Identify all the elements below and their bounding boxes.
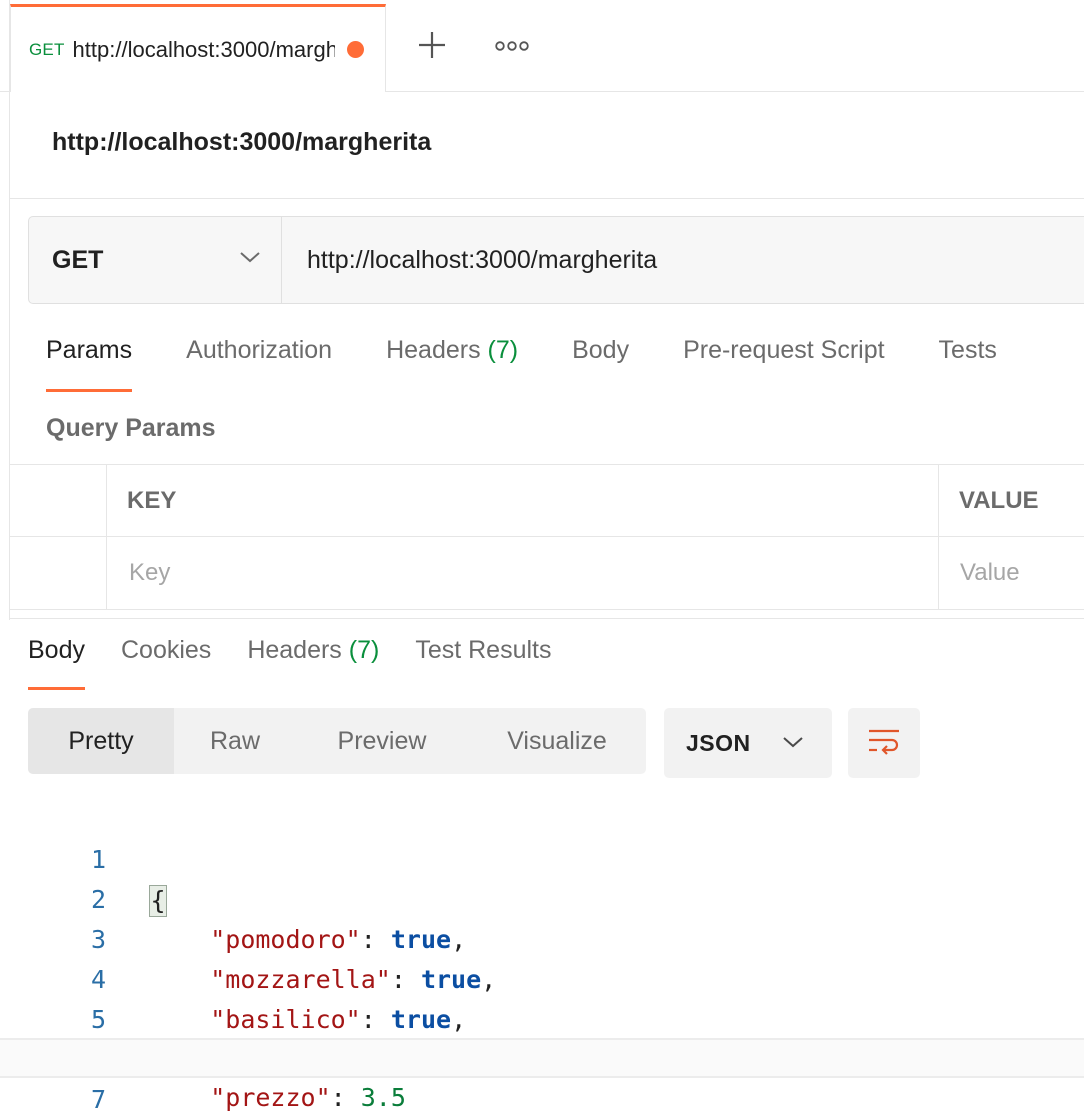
tab-label: Body <box>572 336 630 364</box>
line-number: 7 <box>90 1085 106 1112</box>
unsaved-dot-icon <box>346 41 364 58</box>
response-tabs: Body Cookies Headers (7) Test Results <box>28 636 588 690</box>
response-tab-test-results[interactable]: Test Results <box>415 636 551 690</box>
key-input[interactable]: Key <box>129 559 170 587</box>
view-mode-selector: Pretty Raw Preview Visualize <box>28 708 646 774</box>
headers-count: (7) <box>487 336 519 364</box>
tab-label: Params <box>46 336 133 364</box>
request-tabs: Params Authorization Headers (7) Body Pr… <box>46 336 1051 392</box>
code-line: 2 "pomodoro": true, <box>0 840 1084 954</box>
headers-count: (7) <box>348 636 380 664</box>
sidebar-edge <box>0 0 10 620</box>
new-tab-plus-icon[interactable] <box>413 26 451 64</box>
tab-pre-request-script[interactable]: Pre-request Script <box>683 336 884 392</box>
code-line-active: 7 } <box>0 1038 1084 1112</box>
code-line: 6 "prezzo": 3.5 <box>0 998 1084 1112</box>
value-input[interactable]: Value <box>960 559 1020 587</box>
code-line: 3 "mozzarella": true, <box>0 880 1084 994</box>
divider <box>10 198 1084 199</box>
tab-tests[interactable]: Tests <box>939 336 997 392</box>
tab-title: http://localhost:3000/margherita <box>72 36 335 62</box>
tab-label: Body <box>28 636 85 664</box>
tab-label: Authorization <box>186 336 333 364</box>
tab-bar: GET http://localhost:3000/margherita <box>0 0 1084 92</box>
request-tab[interactable]: GET http://localhost:3000/margherita <box>10 4 386 92</box>
key-column-header: KEY <box>127 487 177 514</box>
table-row: Key Value <box>10 537 1084 609</box>
wrap-lines-button[interactable] <box>848 708 920 778</box>
view-preview-button[interactable]: Preview <box>296 708 468 774</box>
tab-headers[interactable]: Headers (7) <box>386 336 518 392</box>
query-params-label: Query Params <box>46 414 216 442</box>
tab-method: GET <box>29 39 65 59</box>
tab-label: Cookies <box>120 636 212 664</box>
chevron-down-icon <box>239 250 261 269</box>
view-raw-button[interactable]: Raw <box>174 708 296 774</box>
url-bar: GET http://localhost:3000/margherita <box>28 216 1084 304</box>
tab-label: Headers <box>386 336 481 364</box>
json-colon: : <box>330 1083 361 1112</box>
query-params-table: KEY VALUE Key Value <box>10 464 1084 610</box>
method-select[interactable]: GET <box>29 217 282 303</box>
response-body-editor[interactable]: 1 { 2 "pomodoro": true, 3 "mozzarella": … <box>0 798 1084 1112</box>
more-options-icon[interactable] <box>492 30 532 62</box>
response-tab-headers[interactable]: Headers (7) <box>247 636 379 690</box>
response-tab-cookies[interactable]: Cookies <box>121 636 211 690</box>
tab-body[interactable]: Body <box>572 336 629 392</box>
tab-label: Headers <box>247 636 342 664</box>
tab-label: Test Results <box>415 636 552 664</box>
code-line: 1 { <box>0 800 1084 917</box>
chevron-down-icon <box>782 735 804 754</box>
code-line: 4 "basilico": true, <box>0 920 1084 1034</box>
tab-authorization[interactable]: Authorization <box>186 336 332 392</box>
code-line: 5 "salame": false, <box>0 960 1084 1074</box>
table-header-row: KEY VALUE <box>10 465 1084 537</box>
format-label: JSON <box>686 729 751 756</box>
url-input[interactable]: http://localhost:3000/margherita <box>282 217 1084 303</box>
column-divider <box>106 465 107 609</box>
value-column-header: VALUE <box>959 487 1039 514</box>
request-title[interactable]: http://localhost:3000/margherita <box>52 128 431 157</box>
view-pretty-button[interactable]: Pretty <box>28 708 174 774</box>
view-visualize-button[interactable]: Visualize <box>468 708 646 774</box>
method-label: GET <box>52 245 104 274</box>
response-divider[interactable] <box>10 618 1084 619</box>
wrap-lines-icon <box>866 726 902 761</box>
response-tab-body[interactable]: Body <box>28 636 85 690</box>
json-value: 3.5 <box>360 1083 406 1112</box>
column-divider <box>938 465 939 609</box>
tab-label: Tests <box>938 336 997 364</box>
json-key: "prezzo" <box>210 1083 331 1112</box>
format-select[interactable]: JSON <box>664 708 832 778</box>
tab-params[interactable]: Params <box>46 336 133 392</box>
tab-label: Pre-request Script <box>683 336 885 364</box>
